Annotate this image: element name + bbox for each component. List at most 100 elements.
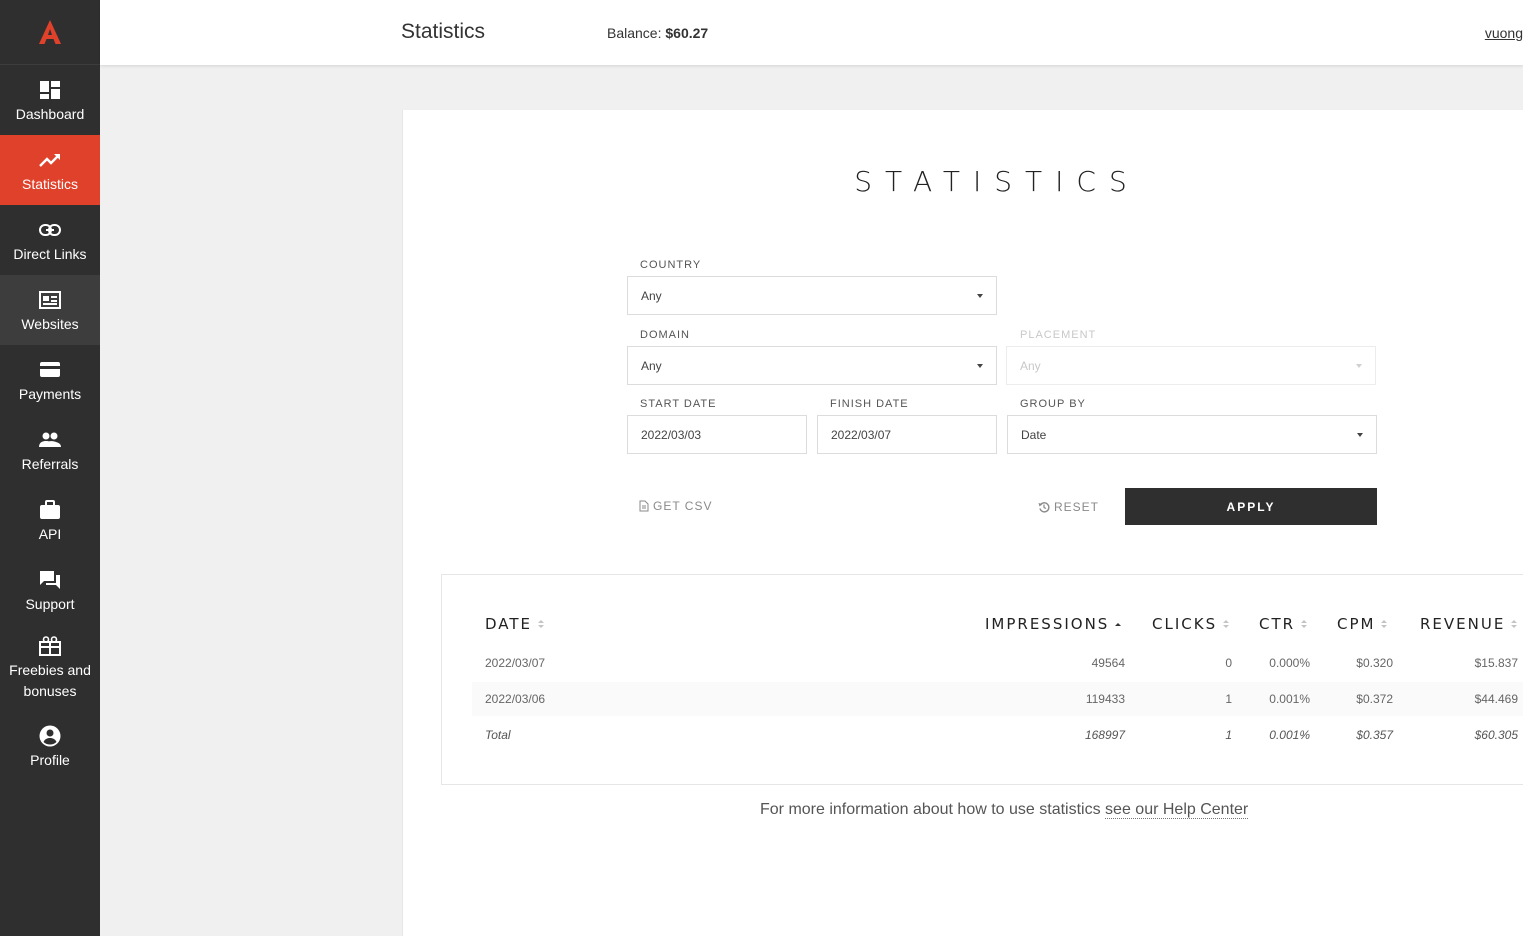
chevron-down-icon (1357, 432, 1363, 437)
trending-up-icon (38, 149, 62, 171)
finish-date-input[interactable]: 2022/03/07 (817, 415, 997, 454)
sidebar-item-label: Statistics (21, 175, 78, 192)
table-cell-clicks: 1 (1225, 692, 1232, 706)
website-icon (38, 289, 62, 311)
gift-icon (38, 635, 62, 657)
file-icon (639, 500, 649, 512)
credit-card-icon (38, 359, 62, 381)
sidebar-item-direct-links[interactable]: Direct Links (0, 205, 100, 275)
placement-label: PLACEMENT (1020, 329, 1097, 341)
table-cell-date: 2022/03/07 (485, 656, 546, 670)
sort-icon (1223, 620, 1230, 628)
sidebar-item-websites[interactable]: Websites (0, 275, 100, 345)
sidebar-item-freebies[interactable]: Freebies and bonuses (0, 625, 100, 711)
sidebar-item-dashboard[interactable]: Dashboard (0, 65, 100, 135)
group-by-select[interactable]: Date (1007, 415, 1377, 454)
table-total-revenue: $60.305 (1474, 728, 1518, 742)
table-total-cpm: $0.357 (1356, 728, 1393, 742)
sidebar-item-profile[interactable]: Profile (0, 711, 100, 781)
chevron-down-icon (977, 363, 983, 368)
column-header-date[interactable]: DATE (485, 615, 545, 633)
chat-icon (38, 569, 62, 591)
domain-select[interactable]: Any (627, 346, 997, 385)
table-total-impressions: 168997 (1084, 728, 1125, 742)
sort-icon (538, 620, 545, 628)
help-text: For more information about how to use st… (760, 801, 1249, 819)
table-cell-date: 2022/03/06 (485, 692, 546, 706)
balance-label: Balance: (607, 25, 662, 41)
sidebar: Dashboard Statistics Direct Links Websit… (0, 0, 100, 936)
start-date-value: 2022/03/03 (641, 427, 702, 442)
sort-icon (1301, 620, 1308, 628)
column-header-label: CLICKS (1152, 615, 1218, 633)
column-header-label: DATE (485, 615, 533, 633)
sidebar-item-payments[interactable]: Payments (0, 345, 100, 415)
table-cell-clicks: 0 (1225, 656, 1232, 670)
country-label: COUNTRY (640, 259, 702, 271)
logo[interactable] (0, 0, 100, 65)
balance-display: Balance: $60.27 (607, 25, 708, 41)
placement-select: Any (1006, 346, 1376, 385)
table-cell-revenue: $44.469 (1474, 692, 1518, 706)
header-title: Statistics (401, 20, 486, 43)
start-date-input[interactable]: 2022/03/03 (627, 415, 807, 454)
sidebar-item-label: Dashboard (15, 105, 85, 122)
sidebar-item-api[interactable]: API (0, 485, 100, 555)
table-cell-cpm: $0.372 (1356, 692, 1393, 706)
table-total-label: Total (485, 728, 511, 742)
sidebar-item-referrals[interactable]: Referrals (0, 415, 100, 485)
account-circle-icon (38, 725, 62, 747)
sidebar-item-label: Freebies and bonuses (9, 661, 91, 699)
get-csv-label: GET CSV (653, 499, 713, 513)
column-header-label: IMPRESSIONS (985, 615, 1110, 633)
table-total-clicks: 1 (1225, 728, 1232, 742)
sidebar-item-label: Direct Links (13, 245, 87, 262)
chevron-down-icon (977, 293, 983, 298)
sidebar-item-statistics[interactable]: Statistics (0, 135, 100, 205)
logo-icon (39, 20, 61, 44)
balance-value: $60.27 (665, 25, 709, 41)
sidebar-item-support[interactable]: Support (0, 555, 100, 625)
table-cell-ctr: 0.000% (1269, 656, 1310, 670)
finish-date-label: FINISH DATE (830, 398, 909, 410)
sort-ascending-icon (1115, 622, 1122, 626)
group-by-value: Date (1021, 427, 1047, 442)
table-cell-cpm: $0.320 (1356, 656, 1393, 670)
start-date-label: START DATE (640, 398, 717, 410)
help-text-label: For more information about how to use st… (760, 801, 1101, 818)
chevron-down-icon (1356, 363, 1362, 368)
reset-button[interactable]: RESET (1038, 500, 1099, 514)
statistics-table (441, 574, 1523, 785)
people-icon (38, 429, 62, 451)
column-header-cpm[interactable]: CPM (1337, 615, 1388, 633)
apply-button[interactable]: APPLY (1125, 488, 1377, 525)
table-cell-impressions: 119433 (1085, 692, 1125, 706)
link-icon (38, 219, 62, 241)
group-by-label: GROUP BY (1020, 398, 1086, 410)
top-header: Statistics Balance: $60.27 vuong (100, 0, 1523, 65)
briefcase-icon (38, 499, 62, 521)
sidebar-item-label: Payments (18, 385, 82, 402)
column-header-label: CPM (1337, 615, 1376, 633)
history-icon (1038, 502, 1050, 513)
sort-icon (1511, 620, 1518, 628)
column-header-impressions[interactable]: IMPRESSIONS (985, 615, 1122, 633)
get-csv-button[interactable]: GET CSV (639, 499, 712, 513)
table-cell-ctr: 0.001% (1269, 692, 1310, 706)
table-cell-revenue: $15.837 (1474, 656, 1518, 670)
country-value: Any (641, 288, 662, 303)
help-center-link[interactable]: see our Help Center (1105, 801, 1249, 819)
sidebar-item-label: Referrals (21, 455, 79, 472)
column-header-ctr[interactable]: CTR (1259, 615, 1308, 633)
domain-label: DOMAIN (640, 329, 690, 341)
column-header-revenue[interactable]: REVENUE (1420, 615, 1518, 633)
finish-date-value: 2022/03/07 (831, 427, 892, 442)
column-header-clicks[interactable]: CLICKS (1152, 615, 1230, 633)
placement-value: Any (1020, 358, 1041, 373)
sort-icon (1381, 620, 1388, 628)
table-total-ctr: 0.001% (1269, 728, 1310, 742)
dashboard-icon (38, 79, 62, 101)
sidebar-item-label: Support (25, 595, 75, 612)
user-menu-link[interactable]: vuong (1485, 25, 1523, 41)
country-select[interactable]: Any (627, 276, 997, 315)
